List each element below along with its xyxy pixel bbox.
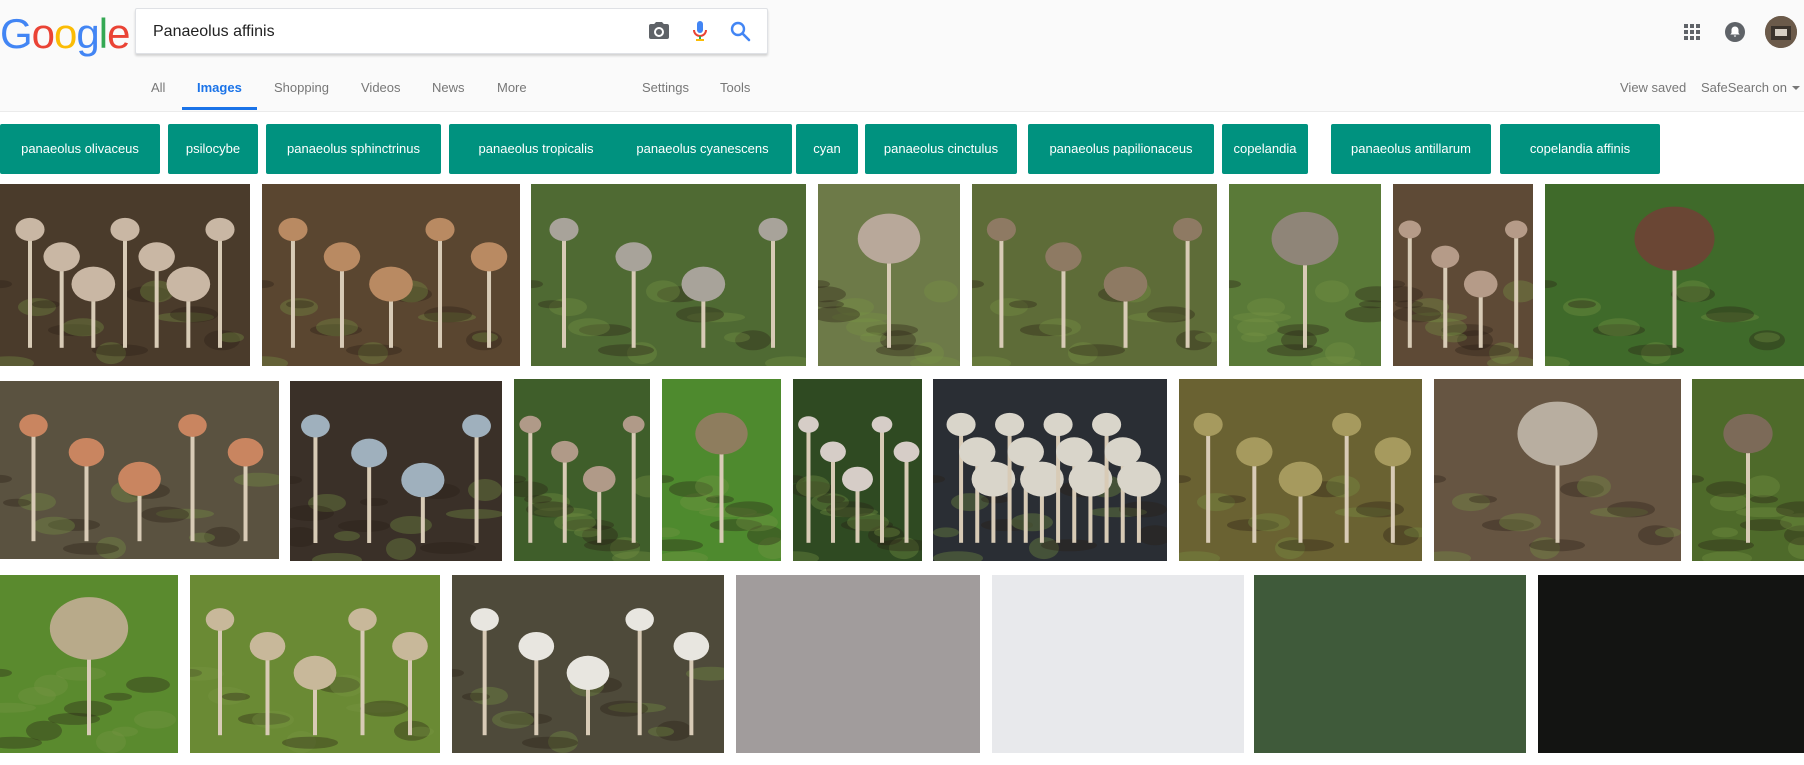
image-result[interactable]: [0, 575, 178, 753]
logo-letter: o: [31, 10, 55, 57]
tab-shopping[interactable]: Shopping: [274, 80, 329, 95]
search-box[interactable]: [135, 8, 768, 54]
logo-letter: l: [98, 10, 108, 57]
image-result[interactable]: [793, 379, 922, 561]
image-result[interactable]: [992, 575, 1244, 753]
logo-letter: o: [54, 10, 77, 57]
google-logo[interactable]: Google: [0, 13, 130, 55]
avatar[interactable]: [1765, 16, 1797, 48]
apps-grid-icon[interactable]: [1680, 20, 1704, 44]
chip-panaeolus-cyanescens[interactable]: panaeolus cyanescens: [613, 124, 792, 174]
image-result[interactable]: [0, 184, 250, 366]
image-result[interactable]: [452, 575, 724, 753]
image-result[interactable]: [933, 379, 1167, 561]
image-result[interactable]: [1393, 184, 1533, 366]
active-tab-indicator: [182, 107, 257, 110]
logo-letter: G: [0, 10, 33, 57]
image-result[interactable]: [514, 379, 650, 561]
logo-letter: e: [107, 10, 130, 57]
image-result[interactable]: [972, 184, 1217, 366]
image-result[interactable]: [262, 184, 520, 366]
tab-tools[interactable]: Tools: [720, 80, 750, 95]
tab-all[interactable]: All: [151, 80, 165, 95]
chip-cyan[interactable]: cyan: [796, 124, 858, 174]
image-result[interactable]: [1545, 184, 1804, 366]
chevron-down-icon[interactable]: [1792, 86, 1800, 90]
image-result[interactable]: [1434, 379, 1681, 561]
image-result[interactable]: [1229, 184, 1381, 366]
image-result[interactable]: [1692, 379, 1804, 561]
header: Google All Images Shopping Videos News M…: [0, 0, 1804, 112]
safesearch-toggle[interactable]: SafeSearch on: [1701, 80, 1787, 95]
chip-copelandia[interactable]: copelandia: [1222, 124, 1308, 174]
view-saved-link[interactable]: View saved: [1620, 80, 1686, 95]
search-icon[interactable]: [728, 19, 752, 43]
tab-settings[interactable]: Settings: [642, 80, 689, 95]
image-result[interactable]: [531, 184, 806, 366]
tab-images[interactable]: Images: [197, 80, 242, 95]
chip-panaeolus-antillarum[interactable]: panaeolus antillarum: [1331, 124, 1491, 174]
chip-panaeolus-olivaceus[interactable]: panaeolus olivaceus: [0, 124, 160, 174]
notifications-icon[interactable]: [1723, 20, 1747, 44]
chip-panaeolus-cinctulus[interactable]: panaeolus cinctulus: [865, 124, 1017, 174]
image-result[interactable]: [818, 184, 960, 366]
image-result[interactable]: [1179, 379, 1422, 561]
image-result[interactable]: [662, 379, 781, 561]
tab-videos[interactable]: Videos: [361, 80, 401, 95]
image-result[interactable]: [0, 381, 279, 559]
image-result[interactable]: [190, 575, 440, 753]
tab-more[interactable]: More: [497, 80, 527, 95]
chip-panaeolus-papilionaceus[interactable]: panaeolus papilionaceus: [1028, 124, 1214, 174]
image-result[interactable]: [1538, 575, 1804, 753]
chip-psilocybe[interactable]: psilocybe: [168, 124, 258, 174]
chip-panaeolus-sphinctrinus[interactable]: panaeolus sphinctrinus: [266, 124, 441, 174]
search-input[interactable]: [151, 21, 635, 43]
mic-icon[interactable]: [688, 19, 712, 43]
chip-panaeolus-tropicalis[interactable]: panaeolus tropicalis: [449, 124, 623, 174]
image-result[interactable]: [736, 575, 980, 753]
chip-copelandia-affinis[interactable]: copelandia affinis: [1500, 124, 1660, 174]
image-result[interactable]: [1254, 575, 1526, 753]
tab-news[interactable]: News: [432, 80, 465, 95]
logo-letter: g: [76, 10, 99, 57]
image-result[interactable]: [290, 381, 502, 561]
camera-icon[interactable]: [647, 19, 671, 43]
